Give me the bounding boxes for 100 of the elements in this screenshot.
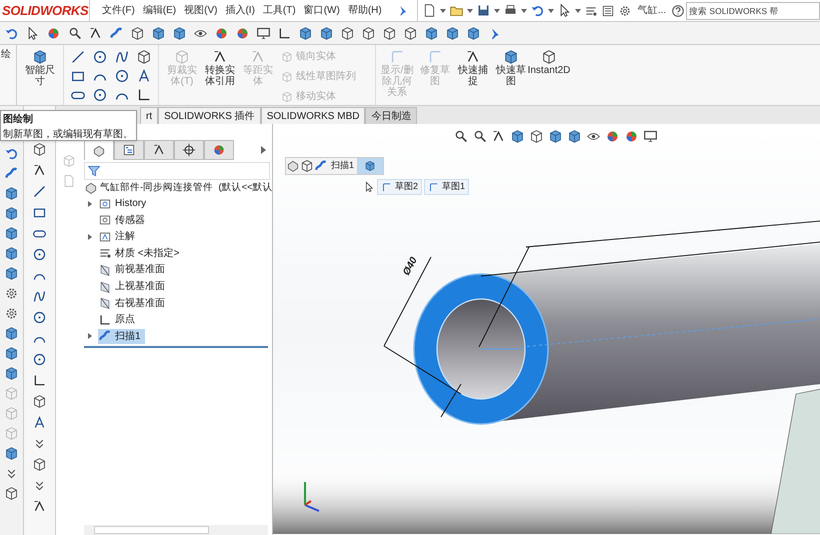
line-icon[interactable] — [70, 49, 86, 65]
cube-icon[interactable] — [4, 366, 19, 381]
cube-icon[interactable] — [424, 26, 439, 40]
wireframe-box-icon[interactable] — [32, 394, 47, 409]
wireframe-box-icon[interactable] — [403, 26, 418, 40]
panel-tab[interactable] — [174, 140, 204, 160]
cube-icon[interactable] — [364, 160, 376, 172]
ribbon-button[interactable]: 转换实体引用 — [201, 45, 239, 105]
cube-icon[interactable] — [298, 26, 313, 40]
wireframe-box-icon[interactable] — [340, 26, 355, 40]
spline-icon[interactable] — [32, 289, 47, 304]
menu-item[interactable]: 工具(T) — [262, 3, 296, 18]
save-icon[interactable] — [476, 3, 491, 18]
wireframe-box-icon[interactable] — [136, 49, 152, 65]
origin-icon[interactable] — [277, 26, 292, 40]
cube-icon[interactable] — [567, 129, 582, 144]
wireframe-box-icon[interactable] — [382, 26, 397, 40]
expand-arrow-icon[interactable] — [88, 234, 92, 240]
cube-icon[interactable] — [510, 129, 525, 144]
cube-icon[interactable] — [151, 26, 166, 40]
letter-icon[interactable] — [32, 415, 47, 430]
scroll-bar[interactable] — [84, 525, 268, 535]
cube-icon[interactable] — [445, 26, 460, 40]
monitor-icon[interactable] — [643, 129, 658, 144]
tree-item[interactable]: 注解 — [98, 229, 139, 244]
cube-icon[interactable] — [4, 226, 19, 241]
cube-icon[interactable] — [4, 326, 19, 341]
undo-icon[interactable] — [4, 146, 19, 161]
wireframe-box-icon[interactable] — [300, 159, 314, 173]
panel-tab[interactable] — [114, 140, 144, 160]
color-ball-icon[interactable] — [605, 129, 620, 144]
tree-item[interactable]: 扫描1 — [98, 328, 145, 344]
cube-icon[interactable] — [319, 26, 334, 40]
ribbon-button[interactable]: 智能尺寸 — [21, 45, 59, 105]
cube-icon[interactable] — [4, 206, 19, 221]
cube-icon[interactable] — [4, 346, 19, 361]
tree-item[interactable]: 传感器 — [98, 212, 149, 228]
wireframe-box-icon[interactable] — [361, 26, 376, 40]
sweep-icon[interactable] — [314, 159, 328, 173]
wireframe-box-icon[interactable] — [541, 49, 557, 65]
letter-icon[interactable] — [136, 68, 152, 84]
color-ball-icon[interactable] — [235, 26, 250, 40]
expand-arrow-icon[interactable] — [88, 333, 92, 340]
menu-item[interactable]: 帮助(H) — [348, 3, 382, 18]
search-icon[interactable] — [453, 129, 468, 144]
command-tab[interactable]: rt — [140, 107, 158, 124]
tree-item[interactable]: 材质 <未指定> — [98, 246, 184, 261]
monitor-icon[interactable] — [256, 26, 271, 40]
color-ball-icon[interactable] — [624, 129, 639, 144]
tree-root-label[interactable]: 气缸部件-同步阀连接管件 (默认<<默认 — [100, 181, 273, 196]
origin-icon[interactable] — [136, 87, 152, 103]
wireframe-box-icon[interactable] — [32, 142, 47, 157]
cube-icon[interactable] — [503, 49, 519, 65]
caret-icon[interactable] — [574, 8, 581, 12]
menu-item[interactable]: 文件(F) — [102, 3, 135, 18]
sweep-icon[interactable] — [109, 26, 124, 40]
menu-item[interactable]: 插入(I) — [225, 3, 255, 18]
caret-icon[interactable] — [548, 8, 554, 12]
dimension-icon[interactable] — [32, 163, 47, 178]
caret-icon[interactable] — [494, 8, 500, 12]
breadcrumb-item[interactable]: 扫描1 — [328, 159, 358, 173]
color-ball-icon[interactable] — [46, 26, 61, 40]
circle-icon[interactable] — [32, 247, 47, 262]
search-icon[interactable] — [67, 26, 82, 40]
cube-icon[interactable] — [4, 246, 19, 261]
tree-item[interactable]: 上视基准面 — [98, 279, 169, 294]
command-tab[interactable]: 今日制造 — [365, 107, 418, 124]
caret-icon[interactable] — [466, 8, 473, 12]
dimension-icon[interactable] — [491, 129, 506, 144]
wireframe-box-icon[interactable] — [32, 457, 47, 472]
expand-arrow-icon[interactable] — [88, 200, 92, 207]
color-ball-icon[interactable] — [214, 26, 229, 40]
ribbon-button[interactable]: 快速捕捉 — [454, 45, 492, 105]
ribbon-button[interactable]: 绘 — [0, 45, 12, 105]
wireframe-box-icon[interactable] — [130, 26, 145, 40]
list-icon[interactable] — [600, 4, 615, 18]
ribbon-button[interactable]: 快速草图 — [492, 45, 530, 105]
command-tab[interactable]: SOLIDWORKS 插件 — [158, 107, 261, 124]
sketch-chip[interactable]: 草图2 — [377, 179, 422, 195]
circle-icon[interactable] — [32, 352, 47, 367]
tree-item[interactable]: 右视基准面 — [98, 296, 169, 311]
part-icon[interactable] — [286, 159, 300, 173]
circle-icon[interactable] — [92, 87, 108, 103]
sketch-chip[interactable]: 草图1 — [424, 179, 470, 195]
settings-icon[interactable] — [618, 4, 632, 18]
menu-item[interactable]: 窗口(W) — [304, 3, 340, 18]
settings-icon[interactable] — [4, 306, 19, 321]
caret-icon[interactable] — [440, 8, 446, 12]
caret-icon[interactable] — [520, 8, 527, 12]
search-field[interactable]: 搜索 SOLIDWORKS 帮 — [686, 2, 820, 20]
tree-item[interactable]: 前视基准面 — [98, 262, 169, 278]
cube-icon[interactable] — [466, 26, 481, 40]
circle-icon[interactable] — [32, 310, 47, 325]
cube-icon[interactable] — [548, 129, 563, 144]
ribbon-button[interactable]: Instant2D — [530, 45, 568, 105]
panel-tab[interactable] — [144, 140, 174, 160]
dimension-icon[interactable] — [88, 26, 103, 40]
chevron-right-icon[interactable] — [261, 146, 266, 154]
menu-item[interactable]: 视图(V) — [184, 3, 218, 18]
menu-item[interactable]: 编辑(E) — [142, 3, 176, 18]
